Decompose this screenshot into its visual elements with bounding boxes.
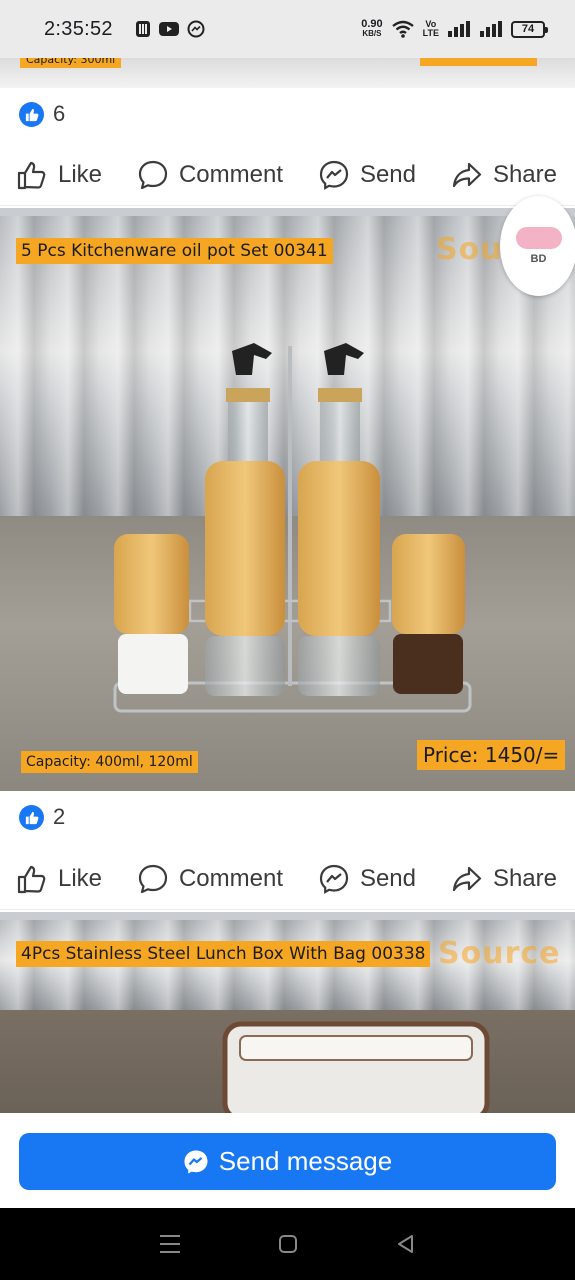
reaction-summary[interactable]: 2 [0,791,575,843]
send-message-button[interactable]: Send message [19,1133,556,1190]
net-speed: 0.90 KB/S [361,18,383,39]
android-nav-bar [0,1208,575,1280]
facebook-post-feed: 2:35:52 0.90 KB/S Vo LTE 74 Capacity: 30… [0,0,575,1280]
sim-app-icon [135,21,150,37]
post-actions: Like Comment Send Share [0,848,575,910]
send-message-bar: Send message [0,1113,575,1208]
thumbs-up-icon [17,161,46,189]
share-label: Share [492,160,557,188]
system-status: 0.90 KB/S Vo LTE 74 [361,18,548,39]
share-label: Share [492,864,557,892]
back-icon[interactable] [395,1233,417,1255]
like-reaction-icon [19,804,44,830]
send-label: Send [359,160,416,188]
product-title-tag: 4Pcs Stainless Steel Lunch Box With Bag … [16,941,431,967]
profile-logo-icon [515,227,562,249]
comment-label: Comment [178,160,283,188]
reaction-count: 2 [53,804,66,829]
status-time: 2:35:52 [44,17,113,40]
post-separator [0,912,575,920]
wifi-icon [391,20,414,38]
previous-post-image[interactable]: Capacity: 300ml [0,58,575,88]
product-title-tag: 5 Pcs Kitchenware oil pot Set 00341 [16,238,333,264]
share-button[interactable]: Share [451,159,557,191]
capacity-tag: Capacity: 400ml, 120ml [21,751,198,773]
messenger-icon [187,20,205,38]
reaction-summary[interactable]: 6 [0,88,575,140]
share-button[interactable]: Share [451,863,557,895]
battery-indicator: 74 [511,20,548,38]
signal-icon [448,21,470,37]
messenger-icon [184,1150,208,1173]
previous-price-tag [420,58,537,66]
reaction-count: 6 [53,101,66,126]
status-bar: 2:35:52 0.90 KB/S Vo LTE 74 [0,0,575,58]
comment-icon [138,864,168,893]
recent-apps-icon[interactable] [158,1233,182,1255]
send-label: Send [359,864,416,892]
source-watermark: Source [438,936,561,971]
comment-button[interactable]: Comment [137,863,283,895]
page-profile-badge[interactable]: BD [500,196,575,296]
volte-indicator: Vo LTE [422,19,439,38]
profile-badge-text: BD [530,253,547,265]
share-arrow-icon [452,162,482,187]
like-button[interactable]: Like [16,159,102,191]
signal-icon-2 [480,21,502,37]
like-reaction-icon [19,101,44,127]
comment-icon [138,160,168,189]
thumbs-up-icon [17,865,46,893]
like-label: Like [58,864,103,892]
product-image-lunch-box[interactable]: 4Pcs Stainless Steel Lunch Box With Bag … [0,920,575,1113]
home-icon[interactable] [277,1233,299,1255]
comment-button[interactable]: Comment [137,159,283,191]
like-label: Like [58,160,103,188]
product-image-oil-pot-set[interactable]: 5 Pcs Kitchenware oil pot Set 00341 Sour… [0,216,575,791]
share-arrow-icon [452,866,482,891]
messenger-send-icon [319,864,349,894]
post-actions: Like Comment Send Share [0,144,575,206]
price-tag: Price: 1450/= [417,740,566,770]
messenger-send-icon [319,160,349,190]
post-separator [0,208,575,216]
send-button[interactable]: Send [318,159,416,191]
send-message-label: Send message [218,1146,393,1176]
notification-icons [135,20,205,38]
comment-label: Comment [178,864,283,892]
like-button[interactable]: Like [16,863,102,895]
previous-capacity-tag: Capacity: 300ml [20,58,122,68]
oil-pot-set-illustration [113,343,472,713]
youtube-icon [158,22,179,36]
send-button[interactable]: Send [318,863,416,895]
